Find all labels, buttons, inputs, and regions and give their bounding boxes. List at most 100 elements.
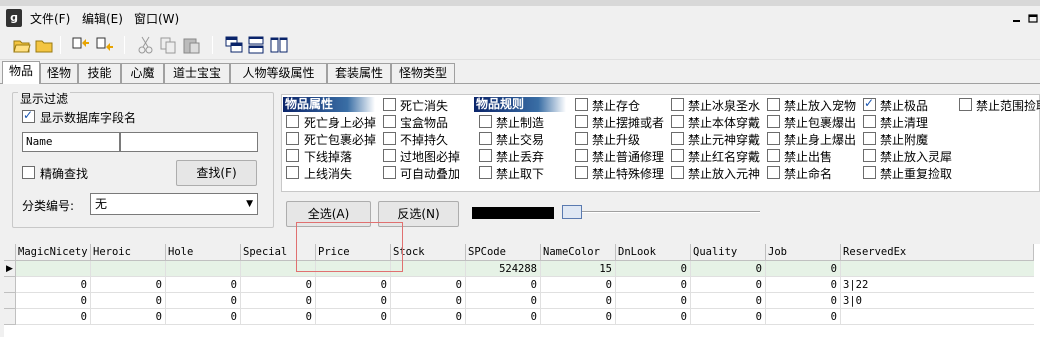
- table-cell[interactable]: 0: [691, 309, 766, 325]
- tab-set-attributes[interactable]: 套装属性: [327, 63, 391, 83]
- table-cell[interactable]: 0: [16, 309, 91, 325]
- menu-edit[interactable]: 编辑(E): [82, 10, 123, 27]
- table-cell[interactable]: 0: [316, 277, 391, 293]
- paste-icon[interactable]: [181, 35, 201, 55]
- slider-thumb[interactable]: [562, 205, 582, 219]
- table-cell[interactable]: 0: [616, 277, 691, 293]
- table-cell[interactable]: 0: [766, 261, 841, 277]
- tab-heart-demon[interactable]: 心魔: [121, 63, 164, 83]
- table-cell[interactable]: [166, 261, 241, 277]
- tab-skills[interactable]: 技能: [78, 63, 121, 83]
- column-header[interactable]: Heroic: [91, 244, 166, 261]
- column-header[interactable]: SPCode: [466, 244, 541, 261]
- attr-checkbox[interactable]: [286, 149, 299, 162]
- attr-checkbox[interactable]: [383, 166, 396, 179]
- table-cell[interactable]: 0: [616, 293, 691, 309]
- row-indicator[interactable]: ▶: [4, 261, 16, 277]
- table-cell[interactable]: 0: [766, 293, 841, 309]
- table-cell[interactable]: 0: [391, 309, 466, 325]
- table-cell[interactable]: [91, 261, 166, 277]
- attr-checkbox[interactable]: [383, 115, 396, 128]
- column-header[interactable]: Job: [766, 244, 841, 261]
- table-cell[interactable]: 0: [316, 293, 391, 309]
- table-cell[interactable]: 0: [391, 293, 466, 309]
- row-indicator[interactable]: [4, 309, 16, 325]
- table-cell[interactable]: 0: [541, 309, 616, 325]
- open-folder-icon[interactable]: [12, 35, 32, 55]
- row-indicator[interactable]: [4, 277, 16, 293]
- exact-search-checkbox[interactable]: [22, 166, 35, 179]
- menu-file[interactable]: 文件(F): [30, 10, 70, 27]
- copy-up-icon[interactable]: [70, 35, 90, 55]
- app-icon[interactable]: ɡ: [6, 9, 22, 27]
- tab-items[interactable]: 物品: [2, 61, 40, 84]
- rule-checkbox[interactable]: [863, 132, 876, 145]
- table-cell[interactable]: 0: [91, 293, 166, 309]
- rule-checkbox[interactable]: [767, 115, 780, 128]
- table-cell[interactable]: 0: [541, 293, 616, 309]
- tab-monster-types[interactable]: 怪物类型: [391, 63, 455, 83]
- column-header[interactable]: ReservedEx: [841, 244, 1034, 261]
- table-cell[interactable]: 0: [91, 309, 166, 325]
- table-cell[interactable]: 0: [616, 309, 691, 325]
- table-cell[interactable]: [16, 261, 91, 277]
- table-cell[interactable]: 0: [766, 309, 841, 325]
- minimize-icon[interactable]: [1012, 13, 1022, 23]
- table-cell[interactable]: 15: [541, 261, 616, 277]
- table-cell[interactable]: 0: [16, 293, 91, 309]
- rule-checkbox[interactable]: [863, 115, 876, 128]
- column-header[interactable]: NameColor: [541, 244, 616, 261]
- field-name-select[interactable]: Name: [22, 132, 120, 152]
- attr-checkbox[interactable]: [286, 115, 299, 128]
- search-button[interactable]: 查找(F): [176, 160, 257, 186]
- tab-level-attributes[interactable]: 人物等级属性: [230, 63, 327, 83]
- rule-checkbox[interactable]: [863, 96, 876, 111]
- attr-checkbox[interactable]: [383, 149, 396, 162]
- table-cell[interactable]: 0: [466, 293, 541, 309]
- rule-checkbox[interactable]: [575, 149, 588, 162]
- table-cell[interactable]: [841, 309, 1034, 325]
- rule-checkbox[interactable]: [671, 98, 684, 111]
- column-header[interactable]: Hole: [166, 244, 241, 261]
- row-indicator[interactable]: [4, 293, 16, 309]
- slider-track[interactable]: [566, 211, 760, 213]
- rule-checkbox[interactable]: [575, 98, 588, 111]
- rule-checkbox[interactable]: [671, 115, 684, 128]
- rule-checkbox[interactable]: [767, 166, 780, 179]
- rule-checkbox[interactable]: [671, 149, 684, 162]
- table-cell[interactable]: 0: [766, 277, 841, 293]
- category-select[interactable]: 无 ▼: [90, 193, 258, 215]
- table-cell[interactable]: 0: [616, 261, 691, 277]
- rule-checkbox[interactable]: [575, 166, 588, 179]
- table-cell[interactable]: 3|0: [841, 293, 1034, 309]
- table-cell[interactable]: 3|22: [841, 277, 1034, 293]
- attr-checkbox[interactable]: [383, 132, 396, 145]
- rule-checkbox[interactable]: [767, 98, 780, 111]
- column-header[interactable]: Quality: [691, 244, 766, 261]
- tile-vertical-icon[interactable]: [269, 35, 289, 55]
- copy-icon[interactable]: [158, 35, 178, 55]
- column-header[interactable]: MagicNicety: [16, 244, 91, 261]
- rule-checkbox[interactable]: [479, 149, 492, 162]
- search-input[interactable]: [120, 132, 258, 152]
- restore-icon[interactable]: [1028, 13, 1038, 23]
- rule-checkbox[interactable]: [767, 132, 780, 145]
- rule-checkbox[interactable]: [575, 115, 588, 128]
- table-cell[interactable]: [841, 261, 1034, 277]
- copy-down-icon[interactable]: [94, 35, 114, 55]
- rule-checkbox[interactable]: [863, 166, 876, 179]
- tab-taoist-pet[interactable]: 道士宝宝: [164, 63, 230, 83]
- cascade-windows-icon[interactable]: [224, 35, 244, 55]
- attr-checkbox[interactable]: [383, 98, 396, 111]
- rule-checkbox[interactable]: [767, 149, 780, 162]
- table-cell[interactable]: 0: [316, 309, 391, 325]
- rule-checkbox[interactable]: [479, 132, 492, 145]
- table-cell[interactable]: 0: [166, 309, 241, 325]
- folder-icon[interactable]: [34, 35, 54, 55]
- column-header[interactable]: DnLook: [616, 244, 691, 261]
- table-cell[interactable]: 0: [166, 293, 241, 309]
- table-cell[interactable]: 0: [391, 277, 466, 293]
- table-cell[interactable]: 0: [541, 277, 616, 293]
- table-cell[interactable]: 0: [241, 309, 316, 325]
- attr-checkbox[interactable]: [286, 132, 299, 145]
